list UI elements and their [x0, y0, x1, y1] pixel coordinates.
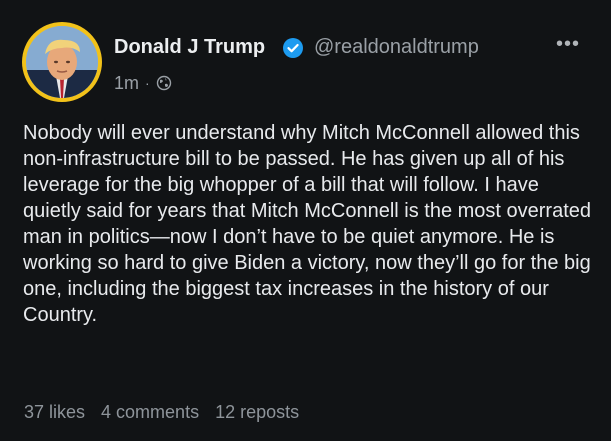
- globe-icon: [156, 75, 171, 91]
- author-name[interactable]: Donald J Trump: [114, 36, 265, 59]
- verified-badge-icon: [283, 38, 303, 58]
- post-card: Donald J Trump @realdonaldtrump ••• 1m ·…: [0, 0, 611, 441]
- likes-count[interactable]: 37 likes: [24, 402, 85, 423]
- avatar-image: [26, 26, 98, 98]
- post-stats: 37 likes 4 comments 12 reposts: [24, 402, 299, 423]
- avatar[interactable]: [22, 22, 102, 102]
- post-body: Nobody will ever understand why Mitch Mc…: [23, 122, 592, 326]
- more-horizontal-icon[interactable]: •••: [556, 34, 580, 54]
- author-handle[interactable]: @realdonaldtrump: [314, 36, 479, 59]
- comments-count[interactable]: 4 comments: [101, 402, 199, 423]
- reposts-count[interactable]: 12 reposts: [215, 402, 299, 423]
- post-timestamp[interactable]: 1m: [114, 73, 139, 94]
- meta-separator: ·: [145, 75, 150, 91]
- post-meta: 1m ·: [114, 72, 172, 94]
